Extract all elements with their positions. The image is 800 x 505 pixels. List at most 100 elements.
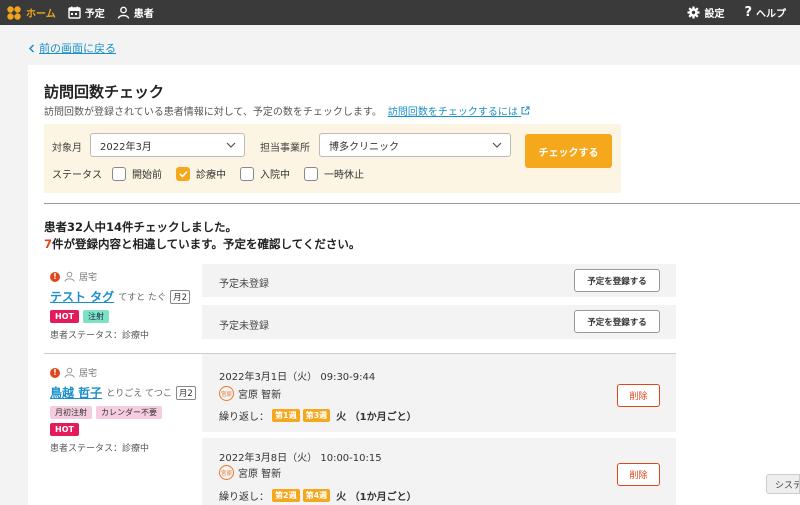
week-badge: 第3週 bbox=[302, 409, 331, 422]
back-link[interactable]: 前の画面に戻る bbox=[28, 40, 116, 56]
summary-line-2-text: 件が登録内容と相違しています。予定を確認してください。 bbox=[52, 237, 361, 251]
patient-status: 患者ステータス：診療中 bbox=[50, 444, 150, 454]
repeat-label: 繰り返し： bbox=[219, 492, 269, 503]
divider bbox=[44, 203, 800, 204]
residence-type: 居宅 bbox=[79, 369, 98, 379]
patient-name-link[interactable]: 鳥越 哲子 bbox=[50, 384, 102, 401]
visit-datetime: 2022年3月1日（火） 09:30-9:44 bbox=[219, 372, 376, 383]
tag-no-calendar: カレンダー不要 bbox=[96, 406, 162, 419]
top-nav: ホーム 予定 患者 設定 ? ヘルプ bbox=[0, 0, 800, 25]
office-select[interactable]: 博多クリニック bbox=[319, 133, 511, 157]
chevron-down-icon bbox=[226, 142, 236, 148]
status-filter: ステータス 開始前 診療中 入院中 一時休止 bbox=[52, 166, 378, 181]
nav-home[interactable]: ホーム bbox=[0, 0, 62, 25]
calendar-icon bbox=[68, 6, 81, 19]
patient-meta: ! 居宅 bbox=[44, 366, 202, 379]
gear-icon bbox=[687, 6, 700, 19]
register-schedule-button[interactable]: 予定を登録する bbox=[574, 310, 660, 333]
patient-name-row: テスト タグ てすと たぐ 月2 bbox=[44, 288, 202, 305]
nav-home-label: ホーム bbox=[26, 9, 56, 20]
help-link-label: 訪問回数をチェックするには bbox=[387, 107, 518, 118]
week-badge: 第4週 bbox=[302, 489, 331, 502]
patient-kana: とりごえ てつこ bbox=[106, 389, 172, 399]
alert-icon: ! bbox=[50, 271, 60, 282]
patient-tags: HOT 注射 bbox=[44, 310, 194, 323]
check-icon bbox=[178, 170, 188, 178]
page-description: 訪問回数が登録されている患者情報に対して、予定の数をチェックします。 訪問回数をチ… bbox=[44, 103, 530, 118]
staff-avatar: 宮原 bbox=[219, 465, 234, 480]
question-icon: ? bbox=[744, 5, 752, 20]
schedule-slot: 予定未登録 予定を登録する bbox=[202, 264, 676, 297]
check-button[interactable]: チェックする bbox=[525, 134, 612, 168]
monthly-count-badge: 月2 bbox=[170, 289, 190, 304]
nav-settings[interactable]: 設定 bbox=[681, 0, 730, 25]
nav-help-label: ヘルプ bbox=[756, 9, 786, 20]
visit-staff: 宮原 宮原 智新 bbox=[219, 465, 281, 480]
checkbox-box bbox=[304, 166, 318, 181]
back-link-label: 前の画面に戻る bbox=[39, 42, 116, 55]
status-label: ステータス bbox=[52, 170, 102, 181]
staff-name: 宮原 智新 bbox=[238, 390, 282, 401]
mismatch-count: 7 bbox=[44, 237, 53, 251]
person-icon bbox=[64, 271, 75, 282]
summary-line-1: 患者32人中14件チェックしました。 bbox=[44, 220, 238, 234]
nav-schedule-label: 予定 bbox=[84, 9, 105, 20]
patient-meta: ! 居宅 bbox=[44, 270, 202, 283]
patient-kana: てすと たぐ bbox=[118, 293, 167, 303]
checkbox-label: 診療中 bbox=[196, 170, 226, 181]
page-description-text: 訪問回数が登録されている患者情報に対して、予定の数をチェックします。 bbox=[44, 107, 382, 118]
delete-button[interactable]: 削除 bbox=[617, 384, 660, 407]
tag-hot: HOT bbox=[50, 310, 79, 323]
nav-help[interactable]: ? ヘルプ bbox=[738, 0, 792, 25]
staff-name: 宮原 智新 bbox=[238, 469, 282, 480]
office-label: 担当事業所 bbox=[260, 143, 310, 154]
visit-staff: 宮原 宮原 智新 bbox=[219, 386, 281, 401]
status-checkbox-in-treatment[interactable]: 診療中 bbox=[176, 166, 226, 181]
patient-info: ! 居宅 テスト タグ てすと たぐ 月2 HOT 注射 患者ステータス：診療中 bbox=[44, 270, 202, 341]
patient-name-link[interactable]: テスト タグ bbox=[50, 288, 114, 305]
status-checkbox-paused[interactable]: 一時休止 bbox=[304, 166, 364, 181]
checkbox-label: 開始前 bbox=[132, 170, 162, 181]
alert-icon: ! bbox=[50, 367, 60, 378]
register-schedule-button[interactable]: 予定を登録する bbox=[574, 269, 660, 292]
patient-tags: 月初注射 カレンダー不要 HOT bbox=[44, 406, 194, 436]
repeat-label: 繰り返し： bbox=[219, 412, 269, 423]
checkbox-label: 一時休止 bbox=[324, 170, 364, 181]
nav-patients[interactable]: 患者 bbox=[111, 0, 160, 25]
month-select-value: 2022年3月 bbox=[100, 141, 152, 153]
patient-info: ! 居宅 鳥越 哲子 とりごえ てつこ 月2 月初注射 カレンダー不要 HOT … bbox=[44, 366, 202, 454]
checkbox-box bbox=[240, 166, 254, 181]
visit-datetime: 2022年3月8日（火） 10:00-10:15 bbox=[219, 453, 382, 464]
system-tab[interactable]: システ bbox=[766, 474, 800, 494]
nav-settings-label: 設定 bbox=[704, 9, 725, 20]
unregistered-text: 予定未登録 bbox=[219, 321, 269, 332]
logo-icon bbox=[7, 5, 21, 20]
month-select[interactable]: 2022年3月 bbox=[90, 133, 245, 157]
week-badge: 第2週 bbox=[272, 489, 300, 502]
chevron-down-icon bbox=[492, 142, 502, 148]
residence-type: 居宅 bbox=[79, 273, 98, 283]
visit-slot: 2022年3月8日（火） 10:00-10:15 宮原 宮原 智新 繰り返し： … bbox=[202, 438, 676, 505]
person-icon bbox=[117, 6, 129, 19]
help-link[interactable]: 訪問回数をチェックするには bbox=[387, 106, 530, 118]
external-link-icon bbox=[521, 106, 530, 115]
repeat-frequency: 火 （1か月ごと） bbox=[336, 412, 417, 423]
patient-block: ! 居宅 鳥越 哲子 とりごえ てつこ 月2 月初注射 カレンダー不要 HOT … bbox=[44, 354, 676, 505]
status-checkbox-hospitalized[interactable]: 入院中 bbox=[240, 166, 290, 181]
summary-line-2: 7件が登録内容と相違しています。予定を確認してください。 bbox=[44, 236, 360, 252]
delete-button[interactable]: 削除 bbox=[617, 463, 660, 486]
tag-monthly-injection: 月初注射 bbox=[50, 406, 92, 419]
monthly-count-badge: 月2 bbox=[175, 385, 196, 400]
office-select-value: 博多クリニック bbox=[329, 141, 399, 153]
status-checkbox-before-start[interactable]: 開始前 bbox=[112, 166, 162, 181]
person-icon bbox=[64, 367, 75, 378]
schedule-slot: 予定未登録 予定を登録する bbox=[202, 305, 676, 339]
chevron-left-icon bbox=[28, 43, 35, 53]
visit-repeat: 繰り返し： 第1週 第3週 火 （1か月ごと） bbox=[219, 408, 417, 423]
patient-block: ! 居宅 テスト タグ てすと たぐ 月2 HOT 注射 患者ステータス：診療中… bbox=[44, 264, 676, 346]
staff-avatar: 宮原 bbox=[219, 386, 234, 401]
tag-injection: 注射 bbox=[82, 310, 109, 323]
nav-schedule[interactable]: 予定 bbox=[62, 0, 111, 25]
unregistered-text: 予定未登録 bbox=[219, 279, 269, 290]
checkbox-label: 入院中 bbox=[260, 170, 290, 181]
